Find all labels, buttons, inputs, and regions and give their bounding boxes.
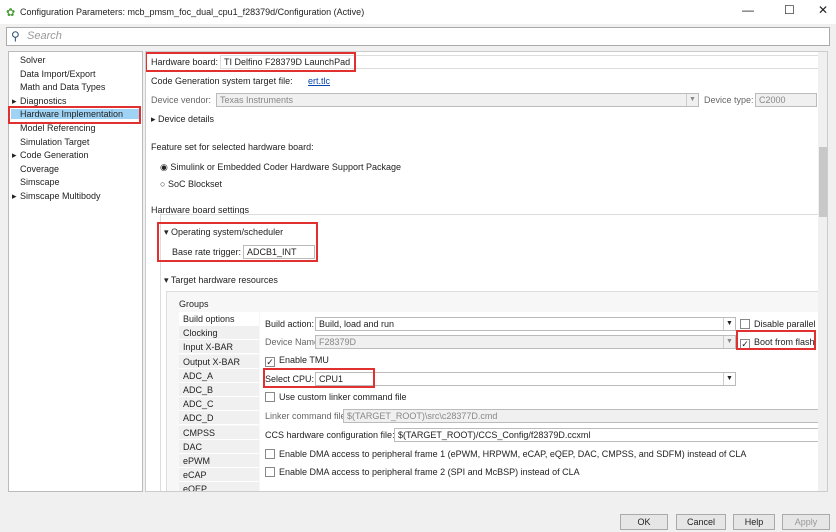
scrollbar-thumb[interactable] [819,147,827,217]
device-type-label: Device type: [704,95,754,105]
group-item[interactable]: Output X-BAR [179,354,259,369]
group-item[interactable]: Input X-BAR [179,340,259,355]
tree-item[interactable]: Simulation Target [20,137,89,147]
radio-soc-blockset[interactable]: ○ SoC Blockset [160,179,222,189]
codegen-label: Code Generation system target file: [151,76,293,86]
ccs-config-label: CCS hardware configuration file: [265,430,395,440]
device-name-label: Device Name: [265,337,322,347]
chevron-down-icon: ▼ [723,373,735,385]
ccs-config-field[interactable]: $(TARGET_ROOT)/CCS_Config/f28379D.ccxml [394,428,824,442]
target-hw-label: Target hardware resources [170,275,278,285]
group-item[interactable]: eQEP [179,482,259,491]
target-hw-panel: Groups Build options Clocking Input X-BAR O… [166,291,825,491]
help-button[interactable]: Help [733,514,775,530]
tree-item[interactable]: Model Referencing [20,123,96,133]
target-hw-toggle[interactable]: ▾ Target hardware resources [164,275,278,286]
search-placeholder: Search [27,30,62,42]
search-input[interactable]: ⚲ Search [6,27,830,46]
device-name-value: F28379D [319,337,357,347]
build-action-label: Build action: [265,319,315,329]
settings-panel: Hardware board: TI Delfino F28379D Launc… [145,51,828,492]
matlab-icon: ✿ [6,7,16,19]
title-bar: ✿ Configuration Parameters: mcb_pmsm_foc… [0,0,836,24]
group-item[interactable]: ADC_B [179,383,259,397]
tree-item[interactable]: Simscape Multibody [20,191,101,201]
search-icon: ⚲ [11,29,20,43]
device-type-field: C2000 [755,93,817,107]
vendor-label: Device vendor: [151,95,212,105]
radio-label: SoC Blockset [167,179,222,189]
tree-item[interactable]: Coverage [20,164,59,174]
disable-parallel-checkbox[interactable]: Disable parallel [740,319,816,329]
device-name-select[interactable]: F28379D ▼ [315,335,736,349]
group-item[interactable]: Clocking [179,326,259,341]
custom-linker-checkbox[interactable]: Use custom linker command file [265,392,407,402]
maximize-icon[interactable]: ☐ [784,3,795,17]
checkmark-icon: ✓ [265,357,275,367]
ok-button[interactable]: OK [620,514,668,530]
highlight-box [736,330,816,350]
tree-item[interactable]: Diagnostics [20,96,67,106]
checkbox-icon [265,392,275,402]
checkbox-label: Disable parallel [754,319,816,329]
feature-label: Feature set for selected hardware board: [151,142,314,152]
group-item[interactable]: ADC_C [179,397,259,412]
dma-frame1-checkbox[interactable]: Enable DMA access to peripheral frame 1 … [265,449,746,459]
window-title: Configuration Parameters: mcb_pmsm_foc_d… [20,7,365,17]
build-options-pane: Build action: Build, load and run ▼ Disab… [260,312,825,491]
group-item[interactable]: eCAP [179,468,259,483]
linker-file-label: Linker command file: [265,411,349,421]
tree-item[interactable]: Code Generation [20,150,89,160]
highlight-box [157,222,318,262]
target-file-link[interactable]: ert.tlc [308,76,330,86]
group-item[interactable]: DAC [179,439,259,454]
vendor-value: Texas Instruments [220,95,294,105]
highlight-box [146,52,356,72]
checkbox-icon [740,319,750,329]
group-item[interactable]: CMPSS [179,425,259,440]
group-item[interactable]: Build options [179,312,259,326]
expand-icon[interactable]: ▸ [12,150,17,161]
radio-label: Simulink or Embedded Coder Hardware Supp… [170,162,401,172]
cancel-button[interactable]: Cancel [676,514,726,530]
group-item[interactable]: ePWM [179,454,259,468]
checkbox-label: Use custom linker command file [279,392,407,402]
expand-icon[interactable]: ▸ [12,191,17,202]
build-action-select[interactable]: Build, load and run ▼ [315,317,736,331]
checkbox-label: Enable TMU [279,355,329,365]
chevron-down-icon: ▼ [723,318,735,330]
select-cpu-select[interactable]: CPU1 ▼ [315,372,736,386]
vendor-select[interactable]: Texas Instruments ▼ [216,93,699,107]
linker-file-field: $(TARGET_ROOT)\src\c28377D.cmd [343,409,823,423]
close-icon[interactable]: ✕ [818,3,828,17]
groups-label: Groups [179,299,209,309]
enable-tmu-checkbox[interactable]: ✓ Enable TMU [265,355,329,367]
vertical-scrollbar[interactable] [818,52,827,491]
apply-button[interactable]: Apply [782,514,830,530]
tree-item[interactable]: Data Import/Export [20,69,96,79]
chevron-down-icon: ▼ [686,94,698,106]
device-details-toggle[interactable]: ▸ Device details [151,114,214,125]
dma-frame2-checkbox[interactable]: Enable DMA access to peripheral frame 2 … [265,467,580,477]
radio-support-package[interactable]: ◉ Simulink or Embedded Coder Hardware Su… [160,162,401,173]
minimize-icon[interactable]: — [742,3,754,17]
tree-item[interactable]: Simscape [20,177,60,187]
highlight-box [263,368,375,388]
tree-item[interactable]: Solver [20,55,46,65]
checkbox-label: Enable DMA access to peripheral frame 1 … [279,449,747,459]
checkbox-icon [265,467,275,477]
build-action-value: Build, load and run [319,319,395,329]
group-item[interactable]: ADC_A [179,368,259,383]
highlight-box [8,106,141,124]
checkbox-label: Enable DMA access to peripheral frame 2 … [279,467,580,477]
tree-item[interactable]: Math and Data Types [20,82,105,92]
device-details-label: Device details [158,114,215,124]
chevron-down-icon: ▼ [723,336,735,348]
checkbox-icon [265,449,275,459]
group-item[interactable]: ADC_D [179,411,259,426]
